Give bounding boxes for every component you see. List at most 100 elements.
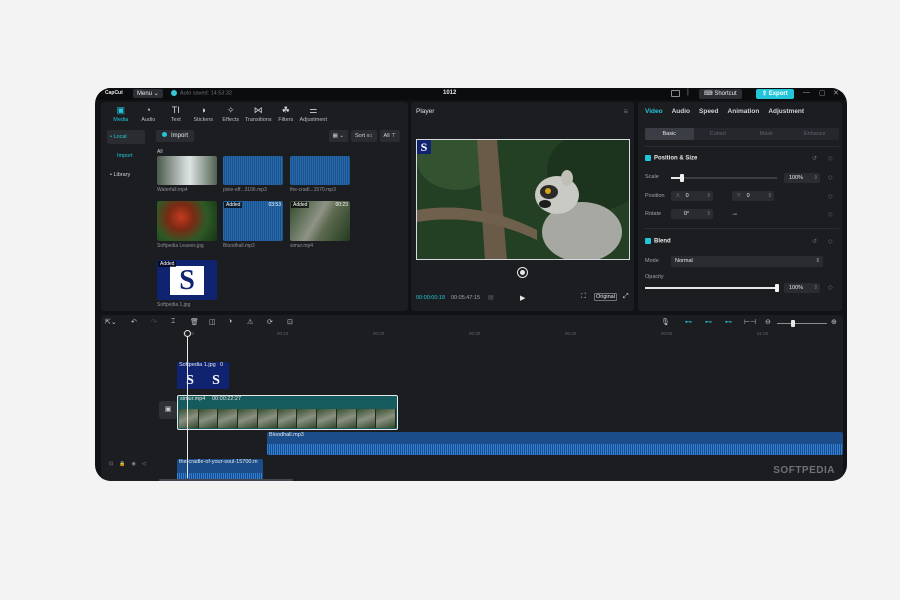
keyframe-icon[interactable]: ◇	[828, 193, 833, 200]
stepper-icon[interactable]: ⇕	[813, 283, 818, 293]
keyframe-icon[interactable]: ◇	[828, 238, 833, 245]
tab-filters[interactable]: ☘ Filters	[272, 104, 300, 124]
speaker-icon[interactable]: ◁	[142, 461, 146, 467]
media-item[interactable]: the-cradl...1570.mp3	[290, 156, 350, 193]
zoom-out-icon[interactable]: ⊖	[765, 318, 771, 326]
layout-icon[interactable]	[671, 90, 680, 97]
rotate-input[interactable]: 0° ⇕	[671, 209, 713, 219]
magnet-icon[interactable]: ⊷	[705, 318, 712, 326]
stepper-icon[interactable]: ⇕	[767, 191, 772, 201]
menu-button[interactable]: Menu ⌄	[133, 89, 163, 98]
tab-speed[interactable]: Speed	[699, 108, 719, 115]
checkbox-icon[interactable]	[645, 238, 651, 244]
media-item[interactable]: Waterfall.mp4	[157, 156, 217, 193]
fullscreen-icon[interactable]: ⤢	[623, 293, 629, 301]
select-tool-icon[interactable]: ⇱⌄	[105, 318, 117, 326]
tab-adjustment[interactable]: ⚌ Adjustment	[300, 104, 328, 124]
tab-stickers[interactable]: ◑ Stickers	[190, 104, 218, 124]
view-toggle-button[interactable]: ▦ ⌄	[328, 130, 348, 142]
stepper-icon[interactable]: ⇕	[706, 191, 711, 201]
cover-button[interactable]: ▣	[159, 401, 177, 419]
keyframe-icon[interactable]: ◇	[828, 284, 833, 291]
opacity-slider[interactable]	[645, 284, 779, 292]
delete-icon[interactable]: 🗑	[190, 318, 199, 326]
export-button[interactable]: ⇪ Export	[756, 89, 794, 99]
scale-input[interactable]: 100% ⇕	[784, 173, 820, 183]
link-main-track-icon[interactable]: ⊷	[685, 318, 692, 326]
blend-mode-select[interactable]: Normal ⇕	[671, 256, 823, 267]
video-clip[interactable]: simur.mp4 00:00:22:27	[177, 395, 398, 430]
keyframe-icon[interactable]: ◇	[828, 155, 833, 162]
media-item[interactable]: pixie-eff...3106.mp3	[223, 156, 283, 193]
freeze-icon[interactable]: ◫	[209, 318, 216, 326]
position-y-input[interactable]: Y 0 ⇕	[732, 191, 774, 201]
linkage-icon[interactable]: ⊷	[725, 318, 732, 326]
subtab-enhance[interactable]: Enhance	[791, 128, 840, 140]
zoom-slider[interactable]	[777, 320, 827, 327]
tab-audio[interactable]: ◔ Audio	[135, 104, 163, 124]
tab-video[interactable]: Video	[645, 108, 663, 115]
microphone-icon[interactable]: 🎙	[661, 318, 670, 326]
rotate-step-icon[interactable]: ⊸	[732, 211, 737, 218]
tab-text[interactable]: TI Text	[162, 104, 190, 124]
scale-slider-knob[interactable]	[679, 174, 684, 182]
audio-clip[interactable]: the-cradle-of-your-soul-15700.m	[177, 459, 263, 481]
mirror-icon[interactable]: ⚠	[247, 318, 253, 326]
nav-library[interactable]: • Library	[107, 168, 145, 182]
split-icon[interactable]: ⌶	[171, 318, 175, 326]
image-clip[interactable]: Softpedia 1.jpg 0 SS	[177, 362, 229, 389]
position-x-input[interactable]: X 0 ⇕	[671, 191, 713, 201]
subtab-basic[interactable]: Basic	[645, 128, 694, 140]
preview-axis-icon[interactable]: ⊢⊣	[744, 318, 756, 326]
playhead[interactable]	[187, 331, 188, 478]
scale-slider[interactable]	[671, 174, 777, 182]
reset-icon[interactable]: ↺	[812, 238, 817, 245]
media-item[interactable]: Softpedia Leaves.jpg	[157, 201, 217, 249]
tab-adjustment-prop[interactable]: Adjustment	[768, 108, 804, 115]
play-button[interactable]: ▶	[520, 294, 525, 302]
zoom-in-icon[interactable]: ⊕	[831, 318, 837, 326]
stepper-icon[interactable]: ⇕	[706, 209, 711, 219]
close-icon[interactable]: ✕	[833, 89, 839, 97]
tab-audio-prop[interactable]: Audio	[672, 108, 690, 115]
eye-icon[interactable]: ◉	[131, 461, 135, 467]
shortcut-button[interactable]: ⌨ Shortcut	[699, 89, 742, 99]
crop-screen-icon[interactable]: ⛶	[581, 293, 586, 301]
tab-transitions[interactable]: ⋈ Transitions	[245, 104, 273, 124]
lock-icon[interactable]: 🔒	[119, 461, 125, 467]
keyframe-icon[interactable]: ◇	[828, 174, 833, 181]
playhead-handle[interactable]	[184, 330, 191, 337]
stepper-icon[interactable]: ⇕	[813, 173, 818, 183]
subtab-cutout[interactable]: Cutout	[694, 128, 743, 140]
tab-animation[interactable]: Animation	[728, 108, 760, 115]
media-item[interactable]: Added 03:53 Bloodhall.mp3	[223, 201, 283, 249]
player-menu-icon[interactable]: ≡	[623, 107, 628, 116]
checkbox-icon[interactable]	[645, 155, 651, 161]
rotate-handle-icon[interactable]	[518, 268, 527, 277]
ratio-button[interactable]: Original	[594, 293, 617, 301]
reverse-icon[interactable]: ◑	[228, 318, 232, 325]
zoom-slider-knob[interactable]	[791, 320, 795, 327]
keyframe-icon[interactable]: ◇	[828, 211, 833, 218]
project-title[interactable]: 1012	[443, 90, 456, 96]
undo-icon[interactable]: ↶	[131, 318, 137, 326]
rotate-tool-icon[interactable]: ⟳	[267, 318, 273, 326]
media-item[interactable]: S Added Softpedia 1.jpg	[157, 260, 217, 308]
video-preview[interactable]: S	[416, 139, 630, 260]
nav-local[interactable]: • Local	[107, 130, 145, 144]
media-item[interactable]: Added 00:23 simur.mp4	[290, 201, 350, 249]
timeline-view-icon[interactable]: ▤	[488, 294, 494, 301]
track-toggle-icon[interactable]: ⊡	[109, 461, 113, 467]
tab-media[interactable]: ▣ Media	[107, 104, 135, 124]
subtab-mask[interactable]: Mask	[742, 128, 791, 140]
maximize-icon[interactable]: ▢	[819, 89, 826, 97]
minimize-icon[interactable]: —	[803, 89, 810, 96]
reset-icon[interactable]: ↺	[812, 155, 817, 162]
crop-icon[interactable]: ⊡	[287, 318, 293, 326]
timeline-scrollbar[interactable]	[159, 479, 293, 481]
nav-import[interactable]: Import	[107, 149, 145, 163]
opacity-slider-knob[interactable]	[775, 284, 779, 292]
import-button[interactable]: Import	[156, 130, 195, 142]
sort-button[interactable]: Sort ≡↕	[350, 130, 377, 142]
redo-icon[interactable]: ↷	[151, 318, 157, 326]
